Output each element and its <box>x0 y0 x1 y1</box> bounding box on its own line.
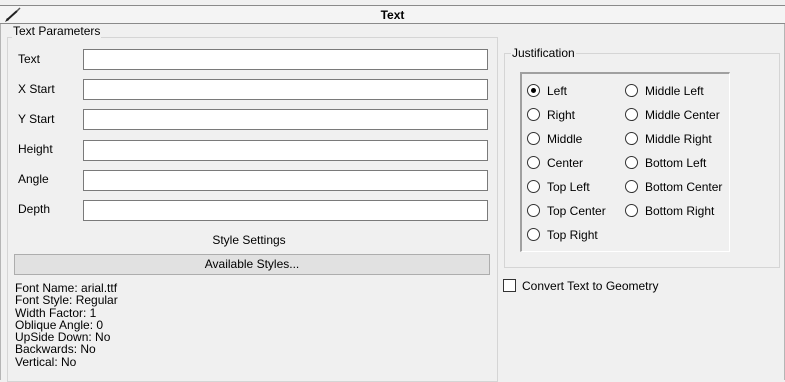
backwards-info: Backwards: No <box>15 342 96 357</box>
radio-button[interactable] <box>625 108 638 121</box>
window-title: Text <box>380 8 405 22</box>
text-parameters-legend: Text Parameters <box>12 24 102 38</box>
radio-button[interactable] <box>527 84 540 97</box>
radio-button[interactable] <box>527 108 540 121</box>
radio-button[interactable] <box>527 156 540 169</box>
y-start-label: Y Start <box>18 112 55 126</box>
convert-to-geometry-label: Convert Text to Geometry <box>522 279 659 293</box>
height-label: Height <box>18 142 53 156</box>
radio-button[interactable] <box>527 132 540 145</box>
radio-button[interactable] <box>625 132 638 145</box>
radio-button[interactable] <box>527 180 540 193</box>
convert-to-geometry-checkbox[interactable] <box>503 279 516 292</box>
radio-button[interactable] <box>527 228 540 241</box>
radio-button[interactable] <box>527 204 540 217</box>
text-label: Text <box>18 52 41 66</box>
angle-input[interactable] <box>83 170 488 191</box>
angle-label: Angle <box>18 172 49 186</box>
y-start-input[interactable] <box>83 109 488 130</box>
radio-button[interactable] <box>625 156 638 169</box>
justification-legend: Justification <box>511 46 576 60</box>
radio-button[interactable] <box>625 204 638 217</box>
title-bar: Text <box>0 5 785 24</box>
depth-input[interactable] <box>83 200 488 221</box>
style-settings-label: Style Settings <box>212 233 286 247</box>
font-info: Font Name: arial.ttf Font Style: Regular… <box>15 282 118 368</box>
x-start-label: X Start <box>18 82 55 96</box>
font-style-info: Font Style: Regular <box>15 293 118 308</box>
vertical-info: Vertical: No <box>15 354 77 369</box>
height-input[interactable] <box>83 140 488 161</box>
available-styles-button[interactable]: Available Styles... <box>14 254 490 275</box>
radio-button[interactable] <box>625 84 638 97</box>
x-start-input[interactable] <box>83 79 488 100</box>
text-input[interactable] <box>83 49 488 70</box>
depth-label: Depth <box>18 202 51 216</box>
window-left-border <box>0 24 1 380</box>
radio-button[interactable] <box>625 180 638 193</box>
